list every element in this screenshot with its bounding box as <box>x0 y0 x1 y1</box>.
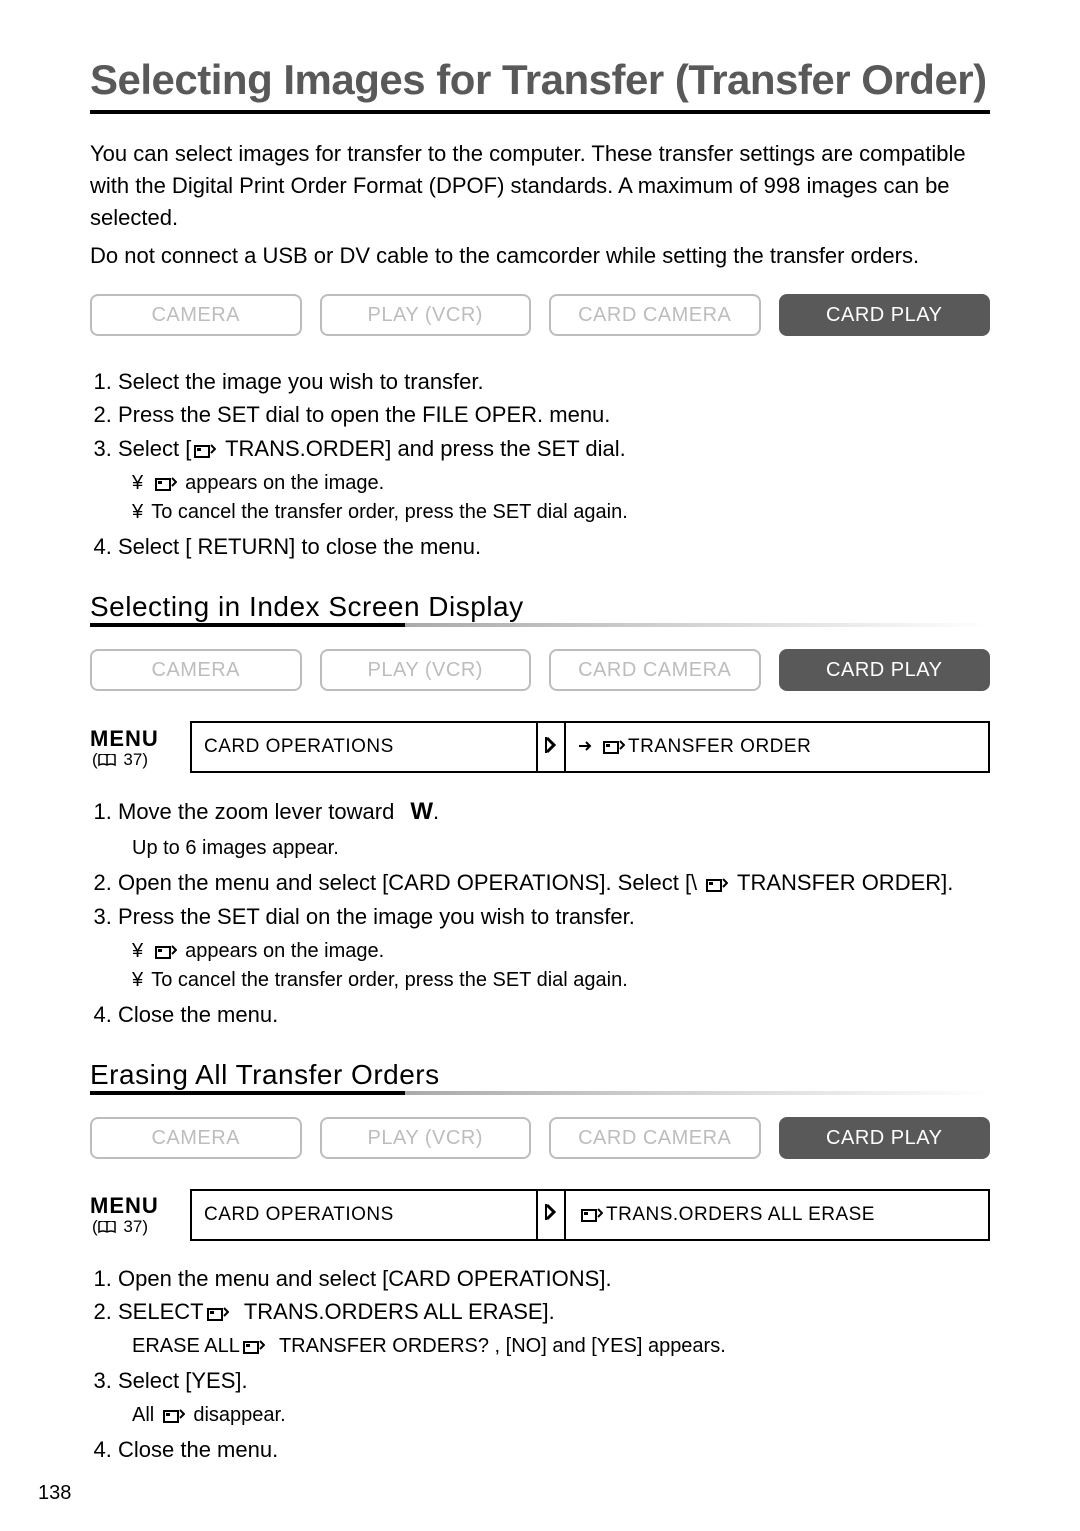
step-2: SELECT TRANS.ORDERS ALL ERASE]. ERASE AL… <box>118 1296 990 1361</box>
transfer-icon <box>155 944 177 960</box>
menu-path-row: MENU ( 37) CARD OPERATIONS TRANS.ORDERS … <box>90 1189 990 1241</box>
step-3-sub: ¥ appears on the image. ¥ To cancel the … <box>132 469 990 527</box>
step-2-sub: ERASE ALL TRANSFER ORDERS? , [NO] and [Y… <box>132 1332 990 1361</box>
menu-cell-trans-orders-erase: TRANS.ORDERS ALL ERASE <box>566 1189 990 1241</box>
mode-card-play-active: CARD PLAY <box>779 649 991 691</box>
mode-play-vcr: PLAY (VCR) <box>320 649 532 691</box>
step-1: Open the menu and select [CARD OPERATION… <box>118 1263 990 1295</box>
document-page: Selecting Images for Transfer (Transfer … <box>0 0 1080 1531</box>
menu-label: MENU <box>90 1192 190 1217</box>
step-3: Select [YES]. All disappear. <box>118 1365 990 1430</box>
mode-selector-row: CAMERA PLAY (VCR) CARD CAMERA CARD PLAY <box>90 649 990 691</box>
steps-list-3: Open the menu and select [CARD OPERATION… <box>90 1263 990 1467</box>
transfer-icon <box>603 739 625 755</box>
step-3: Select [ TRANS.ORDER] and press the SET … <box>118 433 990 527</box>
step-3: Press the SET dial on the image you wish… <box>118 901 990 995</box>
arrow-right-icon <box>578 736 594 758</box>
intro-paragraph-2: Do not connect a USB or DV cable to the … <box>90 240 990 272</box>
mode-selector-row: CAMERA PLAY (VCR) CARD CAMERA CARD PLAY <box>90 294 990 336</box>
transfer-icon <box>194 443 216 459</box>
intro-paragraph-1: You can select images for transfer to th… <box>90 138 990 234</box>
chevron-right-icon <box>545 1203 557 1226</box>
menu-arrow-separator <box>538 1189 566 1241</box>
mode-card-play-active: CARD PLAY <box>779 1117 991 1159</box>
step-3-sub: ¥ appears on the image. ¥ To cancel the … <box>132 937 990 995</box>
mode-play-vcr: PLAY (VCR) <box>320 1117 532 1159</box>
steps-list-1: Select the image you wish to transfer. P… <box>90 366 990 564</box>
step-4: Close the menu. <box>118 1434 990 1466</box>
step-3-sub: All disappear. <box>132 1401 990 1430</box>
step-4: Close the menu. <box>118 999 990 1031</box>
page-number: 138 <box>38 1482 938 1505</box>
step-1: Move the zoom lever towardW. Up to 6 ima… <box>118 795 990 863</box>
book-icon <box>98 1221 116 1234</box>
transfer-icon <box>706 877 728 893</box>
mode-play-vcr: PLAY (VCR) <box>320 294 532 336</box>
subheading-index: Selecting in Index Screen Display <box>90 591 990 623</box>
section-rule <box>90 1091 990 1095</box>
mode-camera: CAMERA <box>90 649 302 691</box>
title-rule <box>90 110 990 114</box>
zoom-w-letter: W <box>410 798 433 825</box>
section-rule <box>90 623 990 627</box>
page-title: Selecting Images for Transfer (Transfer … <box>90 56 990 104</box>
menu-page-ref: ( 37) <box>92 1217 190 1237</box>
step-2: Open the menu and select [CARD OPERATION… <box>118 867 990 899</box>
mode-camera: CAMERA <box>90 294 302 336</box>
menu-label-block: MENU ( 37) <box>90 1189 190 1241</box>
transfer-icon <box>207 1306 229 1322</box>
step-4: Select [ RETURN] to close the menu. <box>118 531 990 563</box>
steps-list-2: Move the zoom lever towardW. Up to 6 ima… <box>90 795 990 1030</box>
menu-cell-transfer-order: TRANSFER ORDER <box>566 721 990 773</box>
mode-camera: CAMERA <box>90 1117 302 1159</box>
mode-card-play-active: CARD PLAY <box>779 294 991 336</box>
mode-card-camera: CARD CAMERA <box>549 1117 761 1159</box>
mode-card-camera: CARD CAMERA <box>549 649 761 691</box>
subheading-erasing: Erasing All Transfer Orders <box>90 1059 990 1091</box>
transfer-icon <box>243 1339 265 1355</box>
menu-path-row: MENU ( 37) CARD OPERATIONS TRANSFER ORDE… <box>90 721 990 773</box>
mode-card-camera: CARD CAMERA <box>549 294 761 336</box>
step-1-sub: Up to 6 images appear. <box>132 834 990 863</box>
transfer-icon <box>155 476 177 492</box>
transfer-icon <box>581 1207 603 1223</box>
step-1: Select the image you wish to transfer. <box>118 366 990 398</box>
chevron-right-icon <box>545 736 557 759</box>
menu-cell-card-operations: CARD OPERATIONS <box>190 1189 538 1241</box>
step-2: Press the SET dial to open the FILE OPER… <box>118 399 990 431</box>
menu-arrow-separator <box>538 721 566 773</box>
mode-selector-row: CAMERA PLAY (VCR) CARD CAMERA CARD PLAY <box>90 1117 990 1159</box>
menu-page-ref: ( 37) <box>92 750 190 770</box>
book-icon <box>98 754 116 767</box>
menu-label-block: MENU ( 37) <box>90 721 190 773</box>
transfer-icon <box>163 1408 185 1424</box>
menu-cell-card-operations: CARD OPERATIONS <box>190 721 538 773</box>
menu-label: MENU <box>90 725 190 750</box>
